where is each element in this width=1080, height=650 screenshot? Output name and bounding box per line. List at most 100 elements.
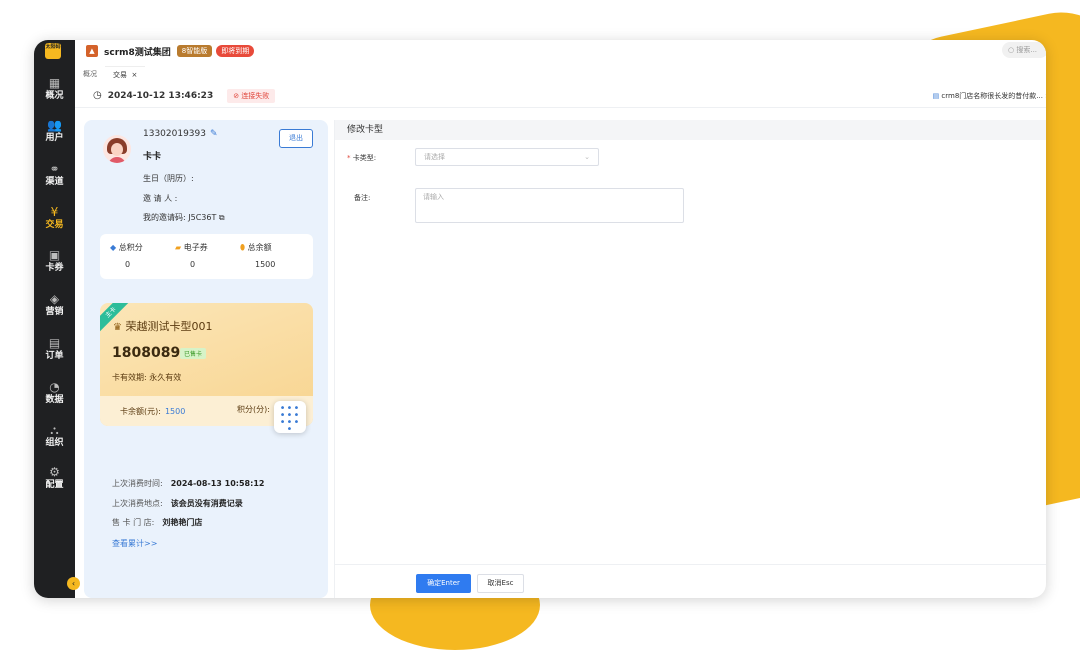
avatar-face xyxy=(111,143,123,156)
search-placeholder: 搜索... xyxy=(1016,46,1038,54)
dashboard-icon: ▦ xyxy=(48,76,61,90)
phone-text: 13302019393 xyxy=(143,129,206,139)
balance-icon: ⬮ xyxy=(240,243,246,252)
org-name[interactable]: scrm8测试集团 xyxy=(104,45,171,58)
keypad-icon[interactable]: ••• ••• ••• • xyxy=(274,401,306,435)
member-stats: ◆ 总积分 0 ▰ 电子券 0 ⬮ 总余额 1500 xyxy=(100,234,313,279)
card-balance: 卡余额(元): 1500 xyxy=(120,406,185,417)
invite-code-label: 我的邀请码: xyxy=(143,213,186,222)
card-validity: 卡有效期: 永久有效 xyxy=(112,373,182,382)
last-consume-place: 上次消费地点: 该会员没有消费记录 xyxy=(112,498,243,509)
sidebar-item[interactable]: ¥ 交易 xyxy=(34,205,75,231)
copy-icon[interactable]: ⧉ xyxy=(219,213,225,222)
sidebar-item-label: 订单 xyxy=(45,351,64,361)
collapse-sidebar-button[interactable]: ‹ xyxy=(67,577,80,590)
row-key: 上次消费地点: xyxy=(112,499,163,508)
avatar xyxy=(103,135,131,163)
page-tabs: 概况 交易 × xyxy=(75,66,1046,83)
stat-points[interactable]: ◆ 总积分 0 xyxy=(110,242,143,269)
birthday-label: 生日（阴历）: xyxy=(143,174,194,183)
card-title-text: 荣越测试卡型001 xyxy=(125,320,213,333)
sidebar-item[interactable]: ⛬ 组织 xyxy=(34,423,75,449)
clock-icon: ◷ xyxy=(93,90,102,101)
tab-overview[interactable]: 概况 xyxy=(75,66,105,83)
sidebar-item-label: 数据 xyxy=(45,395,64,405)
avatar-body xyxy=(108,157,126,163)
tab-label: 概况 xyxy=(83,70,97,78)
sidebar-item-label: 概况 xyxy=(45,91,64,101)
topbar: ▲ scrm8测试集团 8智能版 即将到期 ○ 搜索... xyxy=(75,40,1046,62)
expire-badge[interactable]: 即将到期 xyxy=(216,45,255,57)
card-points-label: 积分(分): xyxy=(237,405,270,414)
card-number: 1808089 xyxy=(112,345,181,361)
tab-trade[interactable]: 交易 × xyxy=(105,66,146,83)
sidebar-item-label: 用户 xyxy=(45,133,64,143)
invite-code: J5C36T xyxy=(188,213,217,222)
connection-status-text: 连接失败 xyxy=(241,91,270,100)
points-icon: ◆ xyxy=(110,243,117,252)
card-title: ♛ 荣越测试卡型001 xyxy=(113,318,212,334)
connection-status-badge[interactable]: ⊘ 连接失败 xyxy=(227,88,276,103)
cancel-button[interactable]: 取消Esc xyxy=(477,574,524,593)
stat-label: 总余额 xyxy=(247,243,272,252)
search-icon: ○ xyxy=(1008,46,1015,54)
card-balance-label: 卡余额(元): xyxy=(120,407,161,416)
view-more-link[interactable]: 查看累计>> xyxy=(112,538,157,549)
sidebar-item-label: 组织 xyxy=(45,438,64,448)
app-window: 太阳码 ▦ 概况 👥 用户 ⚭ 渠道 ¥ 交易 ▣ 卡券 ◈ 营销 ▤ 订单 ◔ 数据 ⛬ 组织 ⚙ 配置 ‹ ▲ s… xyxy=(34,40,1046,598)
remark-textarea[interactable]: 请输入 xyxy=(415,188,684,223)
row-value: 刘艳艳门店 xyxy=(162,518,203,527)
users-icon: 👥 xyxy=(47,118,62,132)
stat-balance[interactable]: ⬮ 总余额 1500 xyxy=(240,242,275,269)
sidebar-item-label: 配置 xyxy=(45,480,64,490)
remark-label: 备注: xyxy=(354,194,371,202)
row-key: 售 卡 门 店: xyxy=(112,518,155,527)
sidebar-item[interactable]: ▤ 订单 xyxy=(34,336,75,362)
trade-icon: ¥ xyxy=(50,205,59,219)
search-input[interactable]: ○ 搜索... xyxy=(1002,42,1046,58)
status-bar: ◷ 2024-10-12 13:46:23 ⊘ 连接失败 ▤ crm8门店名称很… xyxy=(75,84,1046,108)
sidebar-item[interactable]: ▣ 卡券 xyxy=(34,248,75,274)
edit-card-type-panel: 修改卡型 * 卡类型: 请选择 ⌄ 备注: 请输入 确定Enter 取消Esc xyxy=(334,120,1046,598)
logout-button[interactable]: 退出 xyxy=(279,129,313,148)
tab-label: 交易 xyxy=(113,71,127,79)
sidebar-item-label: 营销 xyxy=(45,307,64,317)
card-type-select[interactable]: 请选择 ⌄ xyxy=(415,148,599,166)
textarea-placeholder: 请输入 xyxy=(423,193,444,201)
sidebar-item[interactable]: ⚙ 配置 xyxy=(34,465,75,491)
sidebar-item[interactable]: 👥 用户 xyxy=(34,118,75,144)
card-type-label: * 卡类型: xyxy=(347,153,376,163)
select-placeholder: 请选择 xyxy=(424,153,445,161)
sidebar-item[interactable]: ◈ 营销 xyxy=(34,292,75,318)
stat-value: 0 xyxy=(125,260,131,269)
row-value: 2024-08-13 10:58:12 xyxy=(170,479,265,488)
channel-icon: ⚭ xyxy=(49,162,60,176)
member-name: 卡卡 xyxy=(143,152,162,162)
panel-title: 修改卡型 xyxy=(335,120,1046,140)
sidebar-item-label: 渠道 xyxy=(45,177,64,187)
voucher-icon: ▰ xyxy=(175,243,182,252)
org-icon: ⛬ xyxy=(50,423,59,437)
sidebar: 太阳码 ▦ 概况 👥 用户 ⚭ 渠道 ¥ 交易 ▣ 卡券 ◈ 营销 ▤ 订单 ◔ 数据 ⛬ 组织 ⚙ 配置 ‹ xyxy=(34,40,80,598)
confirm-button[interactable]: 确定Enter xyxy=(416,574,471,593)
card-balance-value: 1500 xyxy=(164,407,186,416)
tab-close-icon[interactable]: × xyxy=(131,71,137,79)
sidebar-item-label: 交易 xyxy=(45,220,64,230)
row-key: 上次消费时间: xyxy=(112,479,163,488)
sidebar-item[interactable]: ▦ 概况 xyxy=(34,76,75,102)
store-selector[interactable]: ▤ crm8门店名称很长发的昔付款... › xyxy=(933,91,1046,101)
version-badge: 8智能版 xyxy=(176,45,213,57)
sidebar-item[interactable]: ⚭ 渠道 xyxy=(34,162,75,188)
edit-icon[interactable]: ✎ xyxy=(210,129,218,139)
current-datetime: 2024-10-12 13:46:23 xyxy=(107,90,214,101)
card-points: 积分(分): xyxy=(237,404,270,415)
invite-code-row: 我的邀请码: J5C36T ⧉ xyxy=(143,212,225,223)
data-icon: ◔ xyxy=(49,380,60,394)
chevron-down-icon: ⌄ xyxy=(584,153,590,161)
form-footer: 确定Enter 取消Esc xyxy=(335,564,1046,598)
stat-vouchers[interactable]: ▰ 电子券 0 xyxy=(175,242,208,269)
crown-icon: ♛ xyxy=(113,322,122,333)
row-value: 该会员没有消费记录 xyxy=(170,499,243,508)
stat-value: 0 xyxy=(190,260,196,269)
sidebar-item[interactable]: ◔ 数据 xyxy=(34,380,75,406)
